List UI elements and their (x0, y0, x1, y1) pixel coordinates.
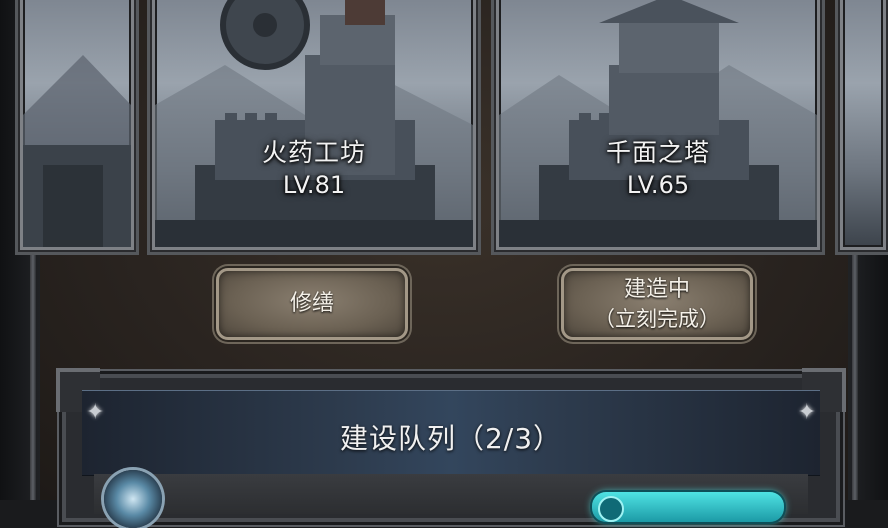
instant-complete-button[interactable]: 建造中 （立刻完成） (561, 268, 753, 340)
building-card-partial[interactable] (20, 0, 134, 250)
building-level: LV.65 (626, 171, 690, 199)
repair-button-label: 修缮 (289, 291, 334, 316)
building-level: LV.81 (282, 171, 346, 199)
sparkle-icon: ✦ (86, 400, 105, 425)
repair-button[interactable]: 修缮 (216, 268, 408, 340)
thousand-faced-tower-illustration (499, 0, 817, 247)
shield-emblem-icon (104, 470, 162, 528)
building-status-label: 建造中 (623, 277, 690, 302)
queue-action-button[interactable] (592, 492, 784, 522)
gear-icon (220, 0, 310, 70)
building-name: 火药工坊 (261, 138, 366, 167)
queue-header: 建设队列（2/3） (82, 390, 820, 476)
queue-title: 建设队列（2/3） (339, 422, 563, 455)
building-card-gunpowder-workshop[interactable]: 火药工坊 LV.81 (152, 0, 476, 250)
building-name: 千面之塔 (605, 138, 710, 167)
sparkle-icon: ✦ (797, 400, 816, 425)
gunpowder-workshop-illustration (155, 0, 473, 247)
instant-complete-label: （立刻完成） (594, 307, 720, 331)
building-card-partial[interactable] (840, 0, 886, 250)
building-card-thousand-faced-tower[interactable]: 千面之塔 LV.65 (496, 0, 820, 250)
